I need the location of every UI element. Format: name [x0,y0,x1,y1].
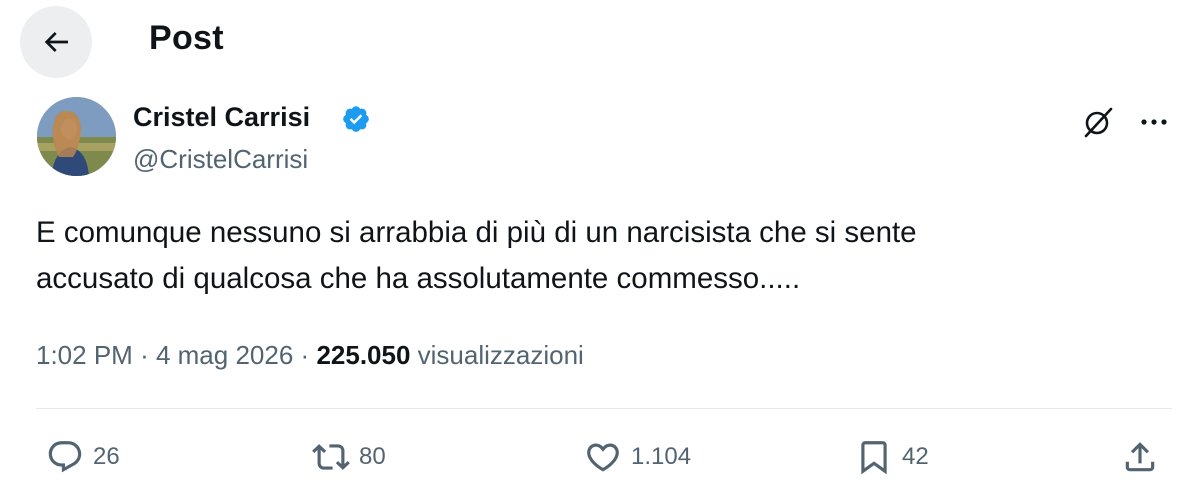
meta-separator: · [140,340,149,370]
retweet-icon [312,444,350,470]
bookmark-button[interactable]: 42 [855,436,929,478]
reply-icon [48,441,82,473]
post-text-line: accusato di qualcosa che ha assolutament… [36,262,801,295]
divider [36,408,1172,409]
reply-count: 26 [93,443,120,470]
like-button[interactable]: 1.104 [584,436,691,478]
post-meta: 1:02 PM · 4 mag 2026 · 225.050 visualizz… [36,340,584,371]
like-count: 1.104 [631,443,692,470]
share-button[interactable] [1121,436,1159,478]
post-text: E comunque nessuno si arrabbia di più di… [36,210,1166,302]
meta-separator: · [300,340,310,370]
views-label: visualizzazioni [417,340,584,370]
repost-count: 80 [359,443,386,470]
back-arrow-icon [44,32,68,52]
more-icon[interactable] [1136,104,1172,140]
author-handle[interactable]: @CristelCarrisi [133,144,308,175]
avatar-image [37,97,116,176]
share-icon [1125,442,1155,472]
author-name[interactable]: Cristel Carrisi [133,102,310,133]
post-date[interactable]: 4 mag 2026 [156,340,293,370]
post-time[interactable]: 1:02 PM [36,340,133,370]
verified-badge-icon [343,106,369,132]
grok-icon[interactable] [1080,104,1116,140]
back-button[interactable] [20,6,92,78]
page-title: Post [149,19,224,57]
avatar[interactable] [37,97,116,176]
top-bar: Post [0,0,1200,82]
repost-button[interactable]: 80 [312,436,386,478]
post-text-line: E comunque nessuno si arrabbia di più di… [36,216,917,249]
views-count: 225.050 [316,340,411,370]
reply-button[interactable]: 26 [46,436,120,478]
heart-icon [587,443,619,472]
bookmark-icon [861,441,887,475]
bookmark-count: 42 [902,443,929,470]
